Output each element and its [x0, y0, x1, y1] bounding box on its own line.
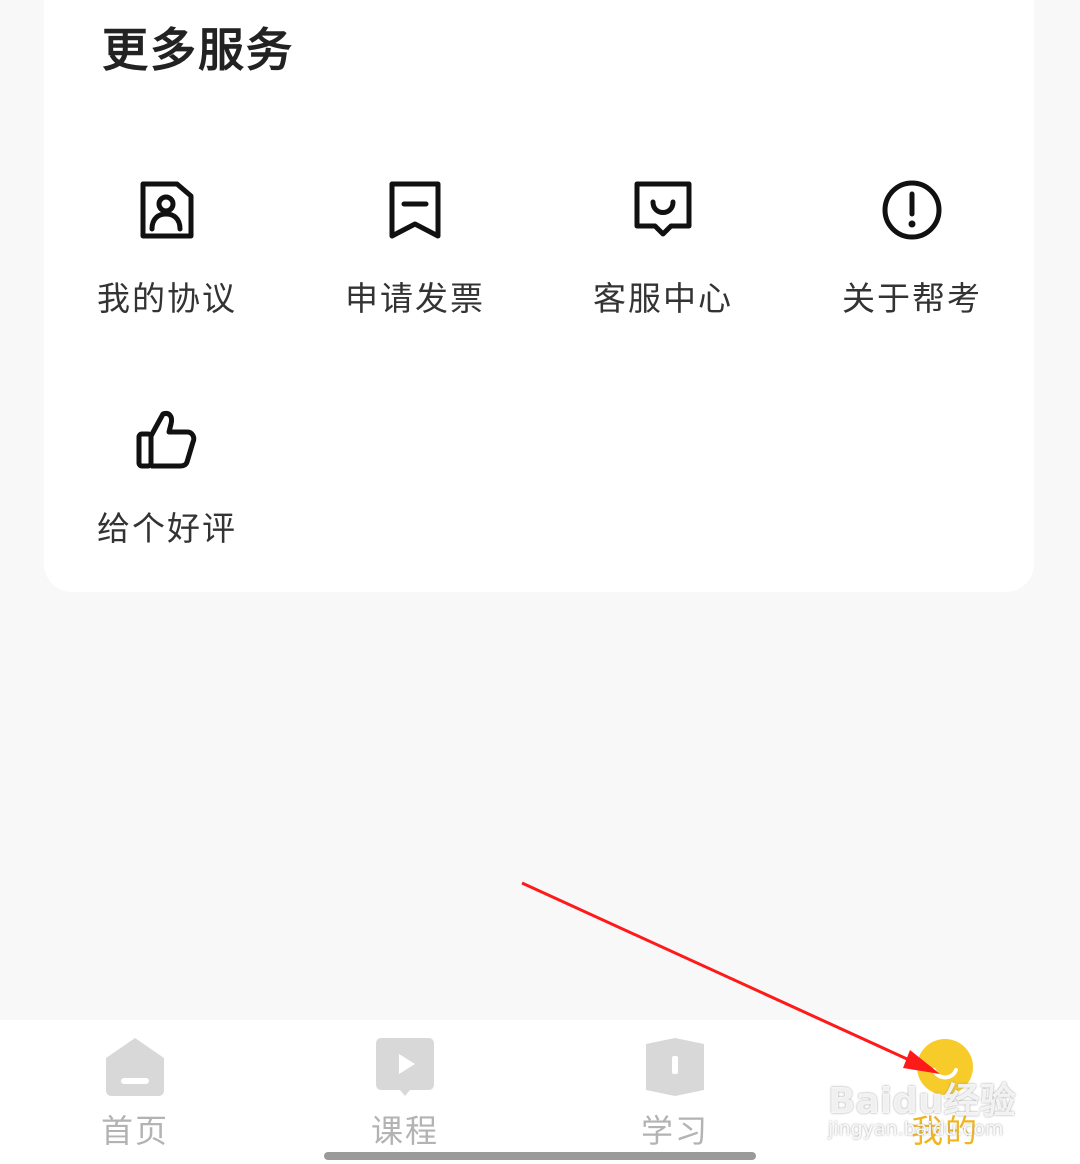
play-icon — [376, 1038, 434, 1096]
tab-home[interactable]: 首页 — [55, 1020, 215, 1164]
tab-label: 学习 — [640, 1112, 709, 1150]
service-label: 我的协议 — [97, 279, 237, 318]
service-label: 申请发票 — [345, 279, 485, 318]
bottom-tab-bar: 首页 课程 学习 我的 — [0, 1020, 1080, 1164]
tab-label: 我的 — [910, 1112, 979, 1150]
home-indicator[interactable] — [324, 1152, 756, 1160]
info-icon — [882, 180, 942, 240]
service-label: 给个好评 — [97, 509, 237, 548]
tab-study[interactable]: 学习 — [595, 1020, 755, 1164]
service-label: 关于帮考 — [842, 279, 982, 318]
home-icon — [106, 1038, 164, 1096]
service-give-rating[interactable]: 给个好评 — [67, 408, 267, 550]
invoice-icon — [389, 181, 441, 239]
contract-icon — [140, 181, 194, 239]
tab-label: 课程 — [370, 1112, 439, 1150]
service-my-agreement[interactable]: 我的协议 — [67, 178, 267, 320]
service-about[interactable]: 关于帮考 — [812, 178, 1012, 320]
tab-courses[interactable]: 课程 — [325, 1020, 485, 1164]
thumbs-up-icon — [136, 411, 197, 469]
smiley-icon — [917, 1039, 973, 1095]
book-icon — [646, 1038, 704, 1096]
service-customer-center[interactable]: 客服中心 — [563, 178, 763, 320]
customer-service-icon — [634, 181, 692, 237]
service-apply-invoice[interactable]: 申请发票 — [315, 178, 515, 320]
tab-mine[interactable]: 我的 — [865, 1020, 1025, 1164]
tab-label: 首页 — [100, 1112, 169, 1150]
service-label: 客服中心 — [593, 279, 733, 318]
section-title: 更多服务 — [102, 23, 294, 77]
